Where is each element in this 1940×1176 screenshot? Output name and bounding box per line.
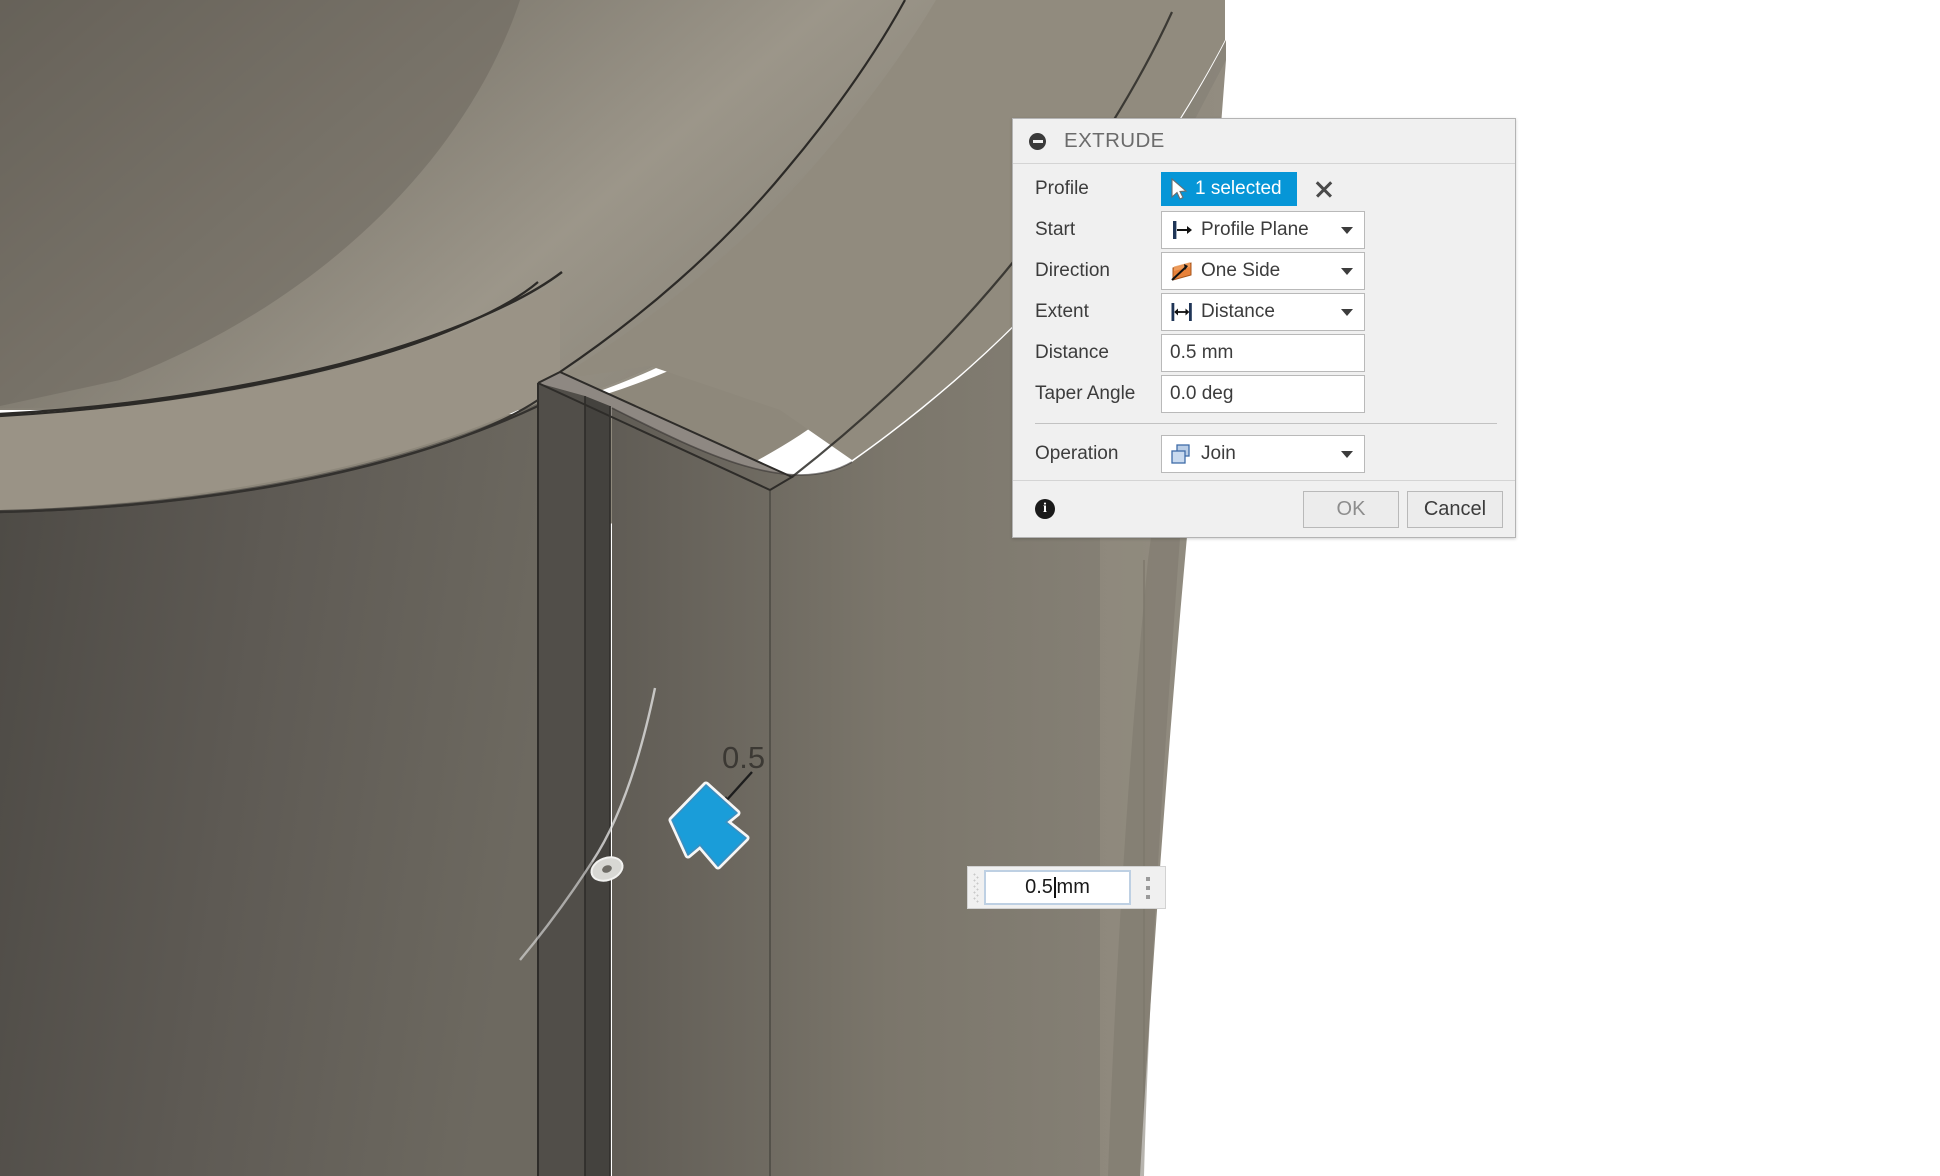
distance-input[interactable]: 0.5 mm xyxy=(1161,334,1365,372)
operation-dropdown[interactable]: Join xyxy=(1161,435,1365,473)
dialog-footer: i OK Cancel xyxy=(1013,480,1515,537)
extent-value: Distance xyxy=(1201,301,1275,323)
ok-button[interactable]: OK xyxy=(1303,491,1399,528)
app-window: 0.5 EXTRUDE Profile 1 selected Star xyxy=(0,0,1940,1176)
chevron-down-icon[interactable] xyxy=(1341,451,1353,458)
direction-dropdown[interactable]: One Side xyxy=(1161,252,1365,290)
section-divider xyxy=(1035,423,1497,424)
taper-angle-label: Taper Angle xyxy=(1035,383,1161,405)
dimension-value: 0.5 xyxy=(1025,876,1053,899)
one-side-icon xyxy=(1169,259,1195,283)
row-direction: Direction One Side xyxy=(1013,250,1515,291)
floating-dimension-input[interactable]: 0.5mm xyxy=(967,866,1166,909)
direction-label: Direction xyxy=(1035,260,1161,282)
start-label: Start xyxy=(1035,219,1161,241)
row-taper-angle: Taper Angle 0.0 deg xyxy=(1013,373,1515,414)
operation-value: Join xyxy=(1201,443,1236,465)
3d-viewport[interactable]: 0.5 xyxy=(0,0,1940,1176)
3d-model-render xyxy=(0,0,1940,1176)
cursor-arrow-icon xyxy=(1169,178,1189,200)
profile-selection-chip[interactable]: 1 selected xyxy=(1161,172,1297,206)
distance-label: Distance xyxy=(1035,342,1161,364)
extent-dropdown[interactable]: Distance xyxy=(1161,293,1365,331)
cancel-button[interactable]: Cancel xyxy=(1407,491,1503,528)
profile-chip-text: 1 selected xyxy=(1195,178,1282,200)
more-options-icon[interactable] xyxy=(1131,867,1165,908)
direction-value: One Side xyxy=(1201,260,1280,282)
row-start: Start Profile Plane xyxy=(1013,209,1515,250)
start-value: Profile Plane xyxy=(1201,219,1309,241)
dialog-title-bar[interactable]: EXTRUDE xyxy=(1013,119,1515,164)
taper-angle-input[interactable]: 0.0 deg xyxy=(1161,375,1365,413)
dialog-body: Profile 1 selected Start xyxy=(1013,164,1515,474)
chevron-down-icon[interactable] xyxy=(1341,268,1353,275)
dimension-value-field[interactable]: 0.5mm xyxy=(984,870,1131,905)
info-icon[interactable]: i xyxy=(1035,499,1055,519)
row-operation: Operation Join xyxy=(1013,433,1515,474)
dialog-title: EXTRUDE xyxy=(1064,129,1165,153)
chevron-down-icon[interactable] xyxy=(1341,227,1353,234)
row-profile: Profile 1 selected xyxy=(1013,168,1515,209)
extent-label: Extent xyxy=(1035,301,1161,323)
text-caret xyxy=(1054,877,1056,898)
start-dropdown[interactable]: Profile Plane xyxy=(1161,211,1365,249)
distance-extent-icon xyxy=(1169,300,1195,324)
collapse-minus-icon[interactable] xyxy=(1029,133,1046,150)
close-x-icon[interactable] xyxy=(1313,178,1335,200)
row-distance: Distance 0.5 mm xyxy=(1013,332,1515,373)
drag-grip-icon[interactable] xyxy=(968,867,984,908)
dimension-unit: mm xyxy=(1057,876,1090,899)
chevron-down-icon[interactable] xyxy=(1341,309,1353,316)
extrude-dialog[interactable]: EXTRUDE Profile 1 selected Start xyxy=(1012,118,1516,538)
profile-plane-icon xyxy=(1169,218,1195,242)
profile-label: Profile xyxy=(1035,178,1161,200)
join-operation-icon xyxy=(1169,442,1195,466)
viewport-dimension-label: 0.5 xyxy=(722,740,765,776)
row-extent: Extent Distance xyxy=(1013,291,1515,332)
operation-label: Operation xyxy=(1035,443,1161,465)
